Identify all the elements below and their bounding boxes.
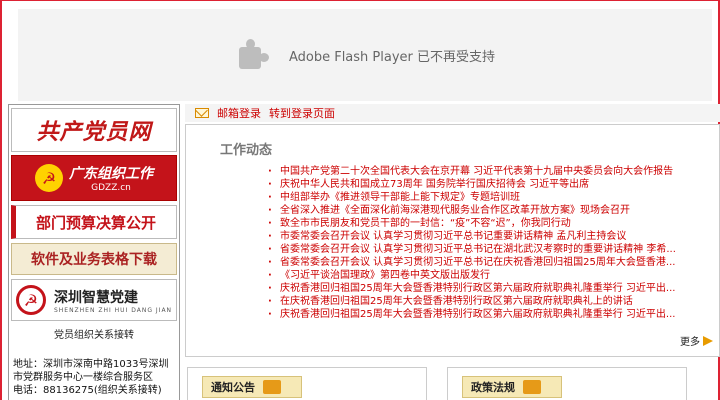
mail-icon	[195, 108, 209, 118]
plugin-icon	[235, 37, 271, 73]
news-item[interactable]: 省委常委会召开会议 认真学习贯彻习近平总书记在湖北武汉考察时的重要讲话精神 李希…	[268, 243, 708, 256]
news-item[interactable]: 致全市市民朋友和党员干部的一封信：“疫”不容“迟”，你我同行动	[268, 217, 708, 230]
more-label: 更多	[680, 337, 700, 348]
news-item[interactable]: 庆祝香港回归祖国25周年大会暨香港特别行政区第六届政府就职典礼隆重举行 习近平出…	[268, 282, 708, 295]
arrow-right-icon	[703, 335, 713, 346]
news-item[interactable]: 庆祝中华人民共和国成立73周年 国务院举行国庆招待会 习近平等出席	[268, 178, 708, 191]
mail-login-link[interactable]: 邮箱登录	[217, 105, 261, 121]
left-sidebar: 共产党员网 ☭ 广东组织工作 GDZZ.cn 部门预算决算公开 软件及业务表格下…	[8, 104, 180, 400]
mail-bar: 邮箱登录 转到登录页面	[185, 104, 720, 122]
login-page-link[interactable]: 转到登录页面	[269, 105, 335, 121]
news-item[interactable]: 省委常委会召开会议 认真学习贯彻习近平总书记在庆祝香港回归祖国25周年大会暨香港…	[268, 256, 708, 269]
flash-message: Adobe Flash Player 已不再受支持	[288, 49, 496, 65]
notice-box: 通知公告	[187, 367, 427, 400]
smart-party-logo-icon: ☭	[15, 285, 46, 315]
policy-header[interactable]: 政策法规	[462, 376, 562, 398]
banner-smart-title: 深圳智慧党建	[53, 289, 138, 306]
news-title: 工作动态	[220, 143, 273, 158]
banner-gcdy-text: 共产党员网	[36, 119, 152, 145]
page: Adobe Flash Player 已不再受支持 共产党员网 ☭ 广东组织工作…	[0, 0, 720, 400]
news-item[interactable]: 在庆祝香港回归祖国25周年大会暨香港特别行政区第六届政府就职典礼上的讲话	[268, 295, 708, 308]
notice-header[interactable]: 通知公告	[202, 376, 302, 398]
policy-title: 政策法规	[471, 381, 515, 394]
more-link[interactable]: 更多	[680, 333, 713, 348]
party-emblem-icon: ☭	[35, 164, 63, 192]
banner-gdzz[interactable]: ☭ 广东组织工作 GDZZ.cn	[11, 155, 177, 201]
address-line: 地址：深圳市深南中路1033号深圳	[13, 359, 169, 370]
banner-gdzz-sub: GDZZ.cn	[91, 183, 131, 193]
news-list: 中国共产党第二十次全国代表大会在京开幕 习近平代表第十九届中央委员会向大会作报告…	[268, 165, 708, 321]
news-item[interactable]: 全省深入推进《全面深化前海深港现代服务业合作区改革开放方案》现场会召开	[268, 204, 708, 217]
news-item[interactable]: 《习近平谈治国理政》第四卷中英文版出版发行	[268, 269, 708, 282]
address-block: 地址：深圳市深南中路1033号深圳 市党群服务中心一楼综合服务区 电话：8813…	[13, 358, 177, 397]
flash-placeholder: Adobe Flash Player 已不再受支持	[18, 9, 712, 101]
news-panel: 工作动态 中国共产党第二十次全国代表大会在京开幕 习近平代表第十九届中央委员会向…	[185, 124, 720, 357]
banner-smart-party[interactable]: ☭ 深圳智慧党建 SHENZHEN ZHI HUI DANG JIAN	[11, 279, 177, 321]
banner-download[interactable]: 软件及业务表格下载	[11, 243, 177, 275]
banner-budget-text: 部门预算决算公开	[35, 213, 156, 232]
news-item[interactable]: 市委常委会召开会议 认真学习贯彻习近平总书记重要讲话精神 孟凡利主持会议	[268, 230, 708, 243]
policy-box: 政策法规	[447, 367, 687, 400]
transfer-title: 党员组织关系接转	[54, 330, 134, 341]
notice-title: 通知公告	[211, 381, 255, 394]
banner-budget[interactable]: 部门预算决算公开	[11, 205, 177, 239]
banner-download-text: 软件及业务表格下载	[31, 252, 157, 268]
banner-gcdy[interactable]: 共产党员网	[11, 108, 177, 152]
banner-gdzz-title: 广东组织工作	[69, 166, 153, 182]
news-item[interactable]: 庆祝香港回归祖国25周年大会暨香港特别行政区第六届政府就职典礼隆重举行 习近平出…	[268, 308, 708, 321]
main-content: 邮箱登录 转到登录页面 工作动态 中国共产党第二十次全国代表大会在京开幕 习近平…	[185, 104, 720, 400]
news-item[interactable]: 中组部举办《推进领导干部能上能下规定》专题培训班	[268, 191, 708, 204]
address-line: 市党群服务中心一楼综合服务区	[13, 372, 153, 383]
phone-line: 电话：88136275(组织关系接转)	[13, 385, 162, 396]
news-item[interactable]: 中国共产党第二十次全国代表大会在京开幕 习近平代表第十九届中央委员会向大会作报告	[268, 165, 708, 178]
notice-icon	[263, 380, 281, 394]
banner-smart-sub: SHENZHEN ZHI HUI DANG JIAN	[53, 306, 173, 314]
policy-icon	[523, 380, 541, 394]
